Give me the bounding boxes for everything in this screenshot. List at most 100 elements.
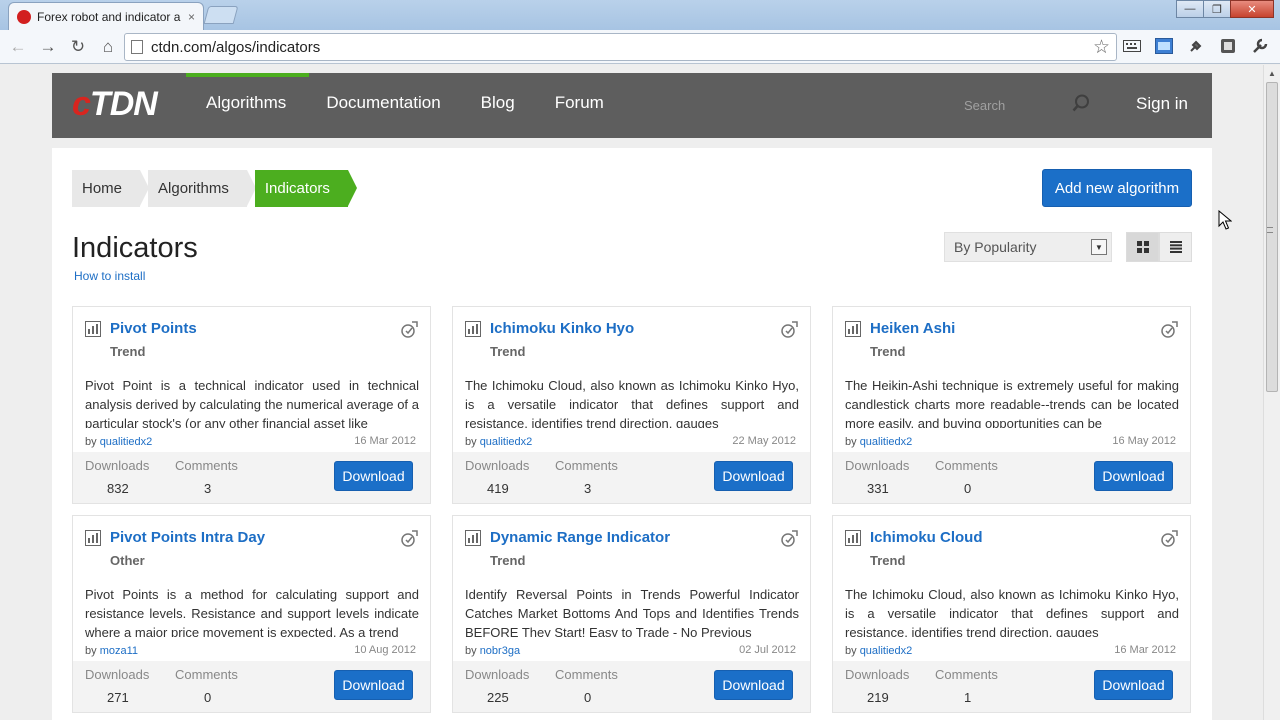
card-category: Trend [490, 553, 526, 568]
download-button[interactable]: Download [1094, 461, 1173, 491]
add-new-algorithm-button[interactable]: Add new algorithm [1042, 169, 1192, 207]
author-link[interactable]: qualitiedx2 [480, 436, 533, 448]
card-category: Trend [870, 553, 906, 568]
breadcrumb-home[interactable]: Home [72, 170, 150, 207]
card-author: by moza11 [85, 645, 138, 657]
site-search [952, 91, 1100, 119]
card-title[interactable]: Pivot Points [110, 320, 197, 337]
scroll-up-icon[interactable]: ▲ [1264, 65, 1280, 82]
scroll-thumb[interactable] [1266, 82, 1278, 392]
extension-puzzle-icon[interactable] [1218, 36, 1238, 56]
card-date: 16 Mar 2012 [1114, 644, 1176, 656]
algorithm-card: Ichimoku Kinko Hyo Trend The Ichimoku Cl… [452, 306, 811, 504]
list-view-button[interactable] [1159, 232, 1192, 262]
download-button[interactable]: Download [334, 670, 413, 700]
plug-icon[interactable] [1186, 36, 1206, 56]
comments-label: Comments [175, 667, 238, 682]
how-to-install-link[interactable]: How to install [74, 269, 145, 283]
screenshot-icon[interactable] [1154, 36, 1174, 56]
card-category: Trend [490, 344, 526, 359]
nav-documentation[interactable]: Documentation [326, 93, 440, 113]
card-category: Trend [870, 344, 906, 359]
breadcrumb-indicators[interactable]: Indicators [254, 170, 357, 207]
comments-count: 0 [964, 481, 972, 496]
browser-tab[interactable]: Forex robot and indicator a × [8, 2, 204, 30]
nav-blog[interactable]: Blog [481, 93, 515, 113]
maximize-button[interactable]: ❐ [1203, 0, 1231, 18]
nav-forum[interactable]: Forum [555, 93, 604, 113]
home-icon[interactable]: ⌂ [94, 37, 122, 57]
watch-icon[interactable] [1160, 530, 1178, 548]
card-title[interactable]: Dynamic Range Indicator [490, 529, 670, 546]
chevron-down-icon[interactable]: ▼ [1091, 239, 1107, 255]
author-link[interactable]: qualitiedx2 [860, 645, 913, 657]
downloads-count: 419 [487, 481, 509, 496]
algorithm-card: Heiken Ashi Trend The Heikin-Ashi techni… [832, 306, 1191, 504]
comments-label: Comments [935, 667, 998, 682]
url-text[interactable]: ctdn.com/algos/indicators [151, 39, 1093, 56]
card-title[interactable]: Ichimoku Cloud [870, 529, 983, 546]
downloads-label: Downloads [465, 667, 530, 682]
reload-icon[interactable]: ↻ [64, 37, 92, 57]
wrench-icon[interactable] [1250, 36, 1270, 56]
forward-arrow-icon[interactable]: → [34, 37, 62, 57]
download-button[interactable]: Download [334, 461, 413, 491]
card-description: The Heikin-Ashi technique is extremely u… [845, 378, 1179, 428]
minimize-button[interactable]: — [1176, 0, 1204, 18]
download-button[interactable]: Download [1094, 670, 1173, 700]
comments-label: Comments [175, 458, 238, 473]
comments-count: 1 [964, 690, 972, 705]
card-footer: Downloads Comments 219 1 Download [833, 661, 1190, 712]
card-category: Trend [110, 344, 146, 359]
card-title[interactable]: Ichimoku Kinko Hyo [490, 320, 634, 337]
card-description: Pivot Points is a method for calculating… [85, 587, 419, 637]
card-date: 02 Jul 2012 [739, 644, 796, 656]
watch-icon[interactable] [780, 321, 798, 339]
keyboard-icon[interactable] [1122, 36, 1142, 56]
card-category: Other [110, 553, 145, 568]
author-link[interactable]: moza11 [100, 645, 138, 657]
author-link[interactable]: nobr3ga [480, 645, 520, 657]
download-button[interactable]: Download [714, 670, 793, 700]
card-footer: Downloads Comments 331 0 Download [833, 452, 1190, 503]
logo-c: c [72, 85, 91, 123]
bookmark-star-icon[interactable]: ☆ [1093, 36, 1110, 59]
back-arrow-icon[interactable]: ← [4, 37, 32, 57]
author-link[interactable]: qualitiedx2 [100, 436, 153, 448]
close-window-button[interactable]: ✕ [1230, 0, 1274, 18]
card-date: 22 May 2012 [732, 435, 796, 447]
tab-close-icon[interactable]: × [188, 10, 195, 24]
card-date: 10 Aug 2012 [354, 644, 416, 656]
by-label: by [845, 645, 857, 657]
nav-algorithms[interactable]: Algorithms [206, 93, 286, 113]
search-input[interactable] [952, 97, 1062, 113]
card-title[interactable]: Heiken Ashi [870, 320, 955, 337]
download-button[interactable]: Download [714, 461, 793, 491]
watch-icon[interactable] [1160, 321, 1178, 339]
watch-icon[interactable] [400, 530, 418, 548]
comments-count: 0 [204, 690, 212, 705]
watch-icon[interactable] [400, 321, 418, 339]
address-bar[interactable]: ctdn.com/algos/indicators ☆ [124, 33, 1117, 61]
card-description: The Ichimoku Cloud, also known as Ichimo… [465, 378, 799, 428]
extension-icons [1122, 36, 1270, 56]
downloads-count: 832 [107, 481, 129, 496]
sign-in-link[interactable]: Sign in [1136, 94, 1188, 114]
card-footer: Downloads Comments 225 0 Download [453, 661, 810, 712]
page-icon [131, 40, 143, 54]
page-title: Indicators [72, 232, 198, 264]
view-toggle [1126, 232, 1192, 262]
card-author: by qualitiedx2 [845, 436, 912, 448]
indicator-chart-icon [845, 530, 861, 546]
page-scrollbar[interactable]: ▲ [1263, 65, 1280, 720]
sort-select[interactable]: By Popularity ▼ [944, 232, 1112, 262]
card-title[interactable]: Pivot Points Intra Day [110, 529, 265, 546]
watch-icon[interactable] [780, 530, 798, 548]
breadcrumb-algorithms[interactable]: Algorithms [148, 170, 256, 207]
new-tab-button[interactable] [203, 6, 239, 24]
search-icon[interactable] [1072, 94, 1090, 112]
author-link[interactable]: qualitiedx2 [860, 436, 913, 448]
breadcrumb: Home Algorithms Indicators [72, 170, 357, 207]
ctdn-logo[interactable]: cTDN [72, 85, 158, 124]
grid-view-button[interactable] [1126, 232, 1159, 262]
